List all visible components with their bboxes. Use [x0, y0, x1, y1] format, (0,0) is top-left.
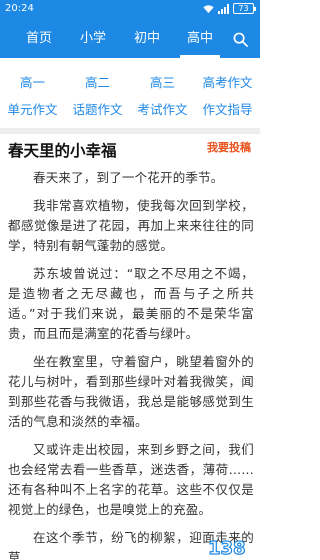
app-header: 20:24 73 首页 小学 初中 高中: [0, 0, 260, 58]
article-paragraph: 又或许走出校园，来到乡野之间，我们也会经常去看一些香草，迷迭香，薄荷……还有各种…: [8, 442, 254, 517]
signal-icon: [218, 3, 229, 14]
watermark-text: 138: [208, 538, 246, 558]
category-grade-1[interactable]: 高一: [0, 72, 65, 91]
watermark-logo-icon: 138: [207, 537, 246, 558]
category-unit-essay[interactable]: 单元作文: [0, 99, 65, 118]
article-paragraph: 苏东坡曾说过：“取之不尽用之不竭，是造物者之无尽藏也，而吾与子之所共适。”对于我…: [8, 266, 254, 341]
article-title: 春天里的小幸福: [8, 142, 117, 160]
article-paragraph: 坐在教室里，守着窗户，眺望着窗外的花儿与树叶，看到那些绿叶对着我微笑，闻到那些花…: [8, 354, 254, 429]
article-body: 春天来了，到了一个花开的季节。 我非常喜欢植物，使我每次回到学校，都感觉像是进了…: [8, 168, 254, 560]
top-nav: 首页 小学 初中 高中: [0, 20, 260, 58]
nav-tab-senior[interactable]: 高中: [174, 20, 226, 58]
article-paragraph: 我非常喜欢植物，使我每次回到学校，都感觉像是进了花园，再加上来来往往的同学，特别…: [8, 198, 254, 253]
status-icons: 73: [203, 3, 256, 14]
category-grade-2[interactable]: 高二: [65, 72, 130, 91]
nav-tab-primary[interactable]: 小学: [66, 20, 120, 58]
category-essay-guidance[interactable]: 作文指导: [195, 99, 260, 118]
search-button[interactable]: [226, 20, 254, 58]
category-exam-essay[interactable]: 考试作文: [130, 99, 195, 118]
status-bar: 20:24 73: [0, 0, 260, 20]
article: 春天里的小幸福 我要投稿 春天来了，到了一个花开的季节。 我非常喜欢植物，使我每…: [0, 134, 260, 560]
search-icon: [233, 32, 248, 47]
wifi-icon: [203, 4, 214, 13]
article-paragraph: 春天来了，到了一个花开的季节。: [33, 170, 224, 185]
battery-icon: 73: [233, 3, 256, 14]
nav-tab-home[interactable]: 首页: [12, 20, 66, 58]
status-time: 20:24: [5, 3, 34, 14]
category-grid: 高一 高二 高三 高考作文 单元作文 话题作文 考试作文 作文指导: [0, 62, 260, 124]
category-grade-3[interactable]: 高三: [130, 72, 195, 91]
nav-tab-junior[interactable]: 初中: [120, 20, 174, 58]
submit-essay-link[interactable]: 我要投稿: [207, 139, 251, 155]
site-watermark-logo: 138: [206, 536, 254, 558]
category-topic-essay[interactable]: 话题作文: [65, 99, 130, 118]
category-gaokao-essay[interactable]: 高考作文: [195, 72, 260, 91]
